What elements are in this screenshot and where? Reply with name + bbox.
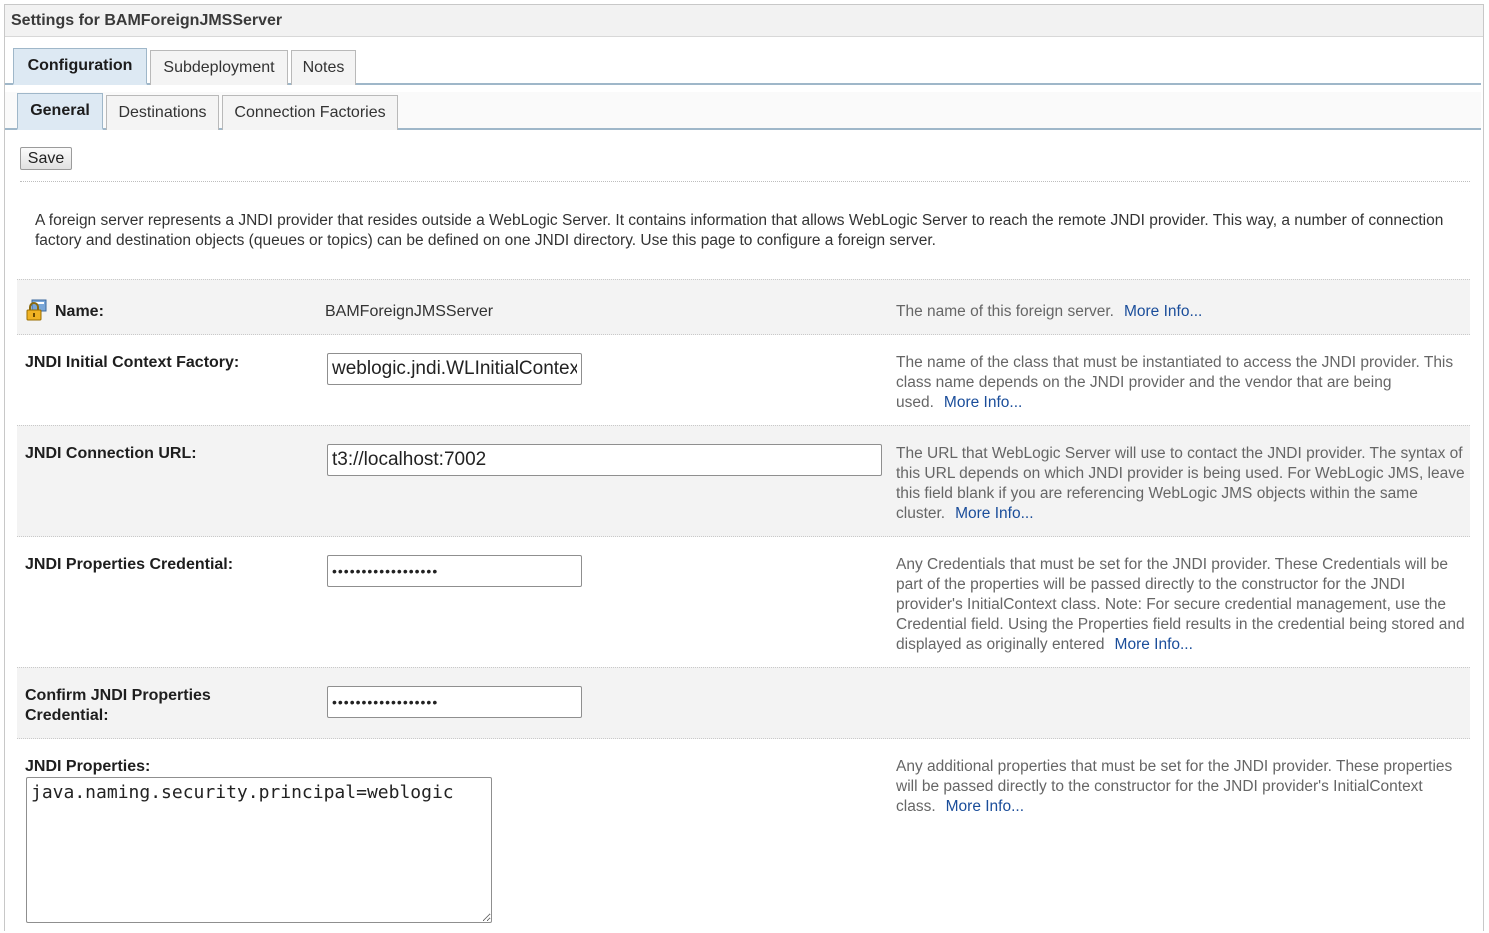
more-info-link[interactable]: More Info... bbox=[955, 505, 1033, 522]
secondary-tab-bar: General Destinations Connection Factorie… bbox=[5, 92, 1481, 130]
intro-text: A foreign server represents a JNDI provi… bbox=[35, 212, 1444, 249]
jndi-properties-row: JNDI Properties: java.naming.security.pr… bbox=[17, 738, 1470, 933]
connection-url-help: The URL that WebLogic Server will use to… bbox=[896, 444, 1466, 524]
tab-destinations[interactable]: Destinations bbox=[106, 95, 219, 130]
confirm-credential-row: Confirm JNDI Properties Credential: bbox=[17, 667, 1470, 739]
jndi-properties-label: JNDI Properties: bbox=[25, 758, 151, 775]
name-label: Name: bbox=[55, 303, 104, 320]
initial-context-factory-help: The name of the class that must be insta… bbox=[896, 353, 1466, 413]
name-help-text: The name of this foreign server. bbox=[896, 303, 1114, 320]
properties-credential-help: Any Credentials that must be set for the… bbox=[896, 555, 1466, 655]
page-title: Settings for BAMForeignJMSServer bbox=[5, 5, 1483, 37]
name-row: Name: BAMForeignJMSServer The name of th… bbox=[17, 279, 1470, 335]
name-value: BAMForeignJMSServer bbox=[325, 303, 494, 320]
properties-credential-row: JNDI Properties Credential: Any Credenti… bbox=[17, 536, 1470, 668]
primary-tab-bar: Configuration Subdeployment Notes bbox=[5, 47, 1481, 85]
properties-credential-input[interactable] bbox=[327, 555, 582, 587]
tab-general[interactable]: General bbox=[17, 93, 103, 130]
name-help: The name of this foreign server. More Inf… bbox=[896, 302, 1466, 322]
config-lock-icon bbox=[26, 299, 47, 321]
properties-credential-label: JNDI Properties Credential: bbox=[25, 556, 234, 573]
tab-subdeployment[interactable]: Subdeployment bbox=[150, 50, 288, 85]
confirm-credential-label: Confirm JNDI Properties Credential: bbox=[25, 687, 211, 724]
initial-context-factory-row: JNDI Initial Context Factory: The name o… bbox=[17, 334, 1470, 426]
more-info-link[interactable]: More Info... bbox=[946, 798, 1024, 815]
save-button[interactable]: Save bbox=[20, 147, 72, 170]
tab-notes[interactable]: Notes bbox=[291, 50, 356, 85]
initial-context-factory-input[interactable] bbox=[327, 353, 582, 385]
tab-connection-factories[interactable]: Connection Factories bbox=[222, 95, 398, 130]
more-info-link[interactable]: More Info... bbox=[944, 394, 1022, 411]
settings-panel: Settings for BAMForeignJMSServer Configu… bbox=[4, 4, 1484, 931]
connection-url-input[interactable] bbox=[327, 444, 882, 476]
initial-context-factory-label: JNDI Initial Context Factory: bbox=[25, 354, 240, 371]
divider bbox=[20, 181, 1470, 182]
connection-url-row: JNDI Connection URL: The URL that WebLog… bbox=[17, 425, 1470, 537]
more-info-link[interactable]: More Info... bbox=[1124, 303, 1202, 320]
connection-url-label: JNDI Connection URL: bbox=[25, 445, 197, 462]
jndi-properties-textarea[interactable]: java.naming.security.principal=weblogic bbox=[26, 777, 492, 923]
tab-configuration[interactable]: Configuration bbox=[13, 48, 147, 85]
more-info-link[interactable]: More Info... bbox=[1115, 636, 1193, 653]
jndi-properties-help: Any additional properties that must be s… bbox=[896, 757, 1466, 817]
confirm-credential-input[interactable] bbox=[327, 686, 582, 718]
